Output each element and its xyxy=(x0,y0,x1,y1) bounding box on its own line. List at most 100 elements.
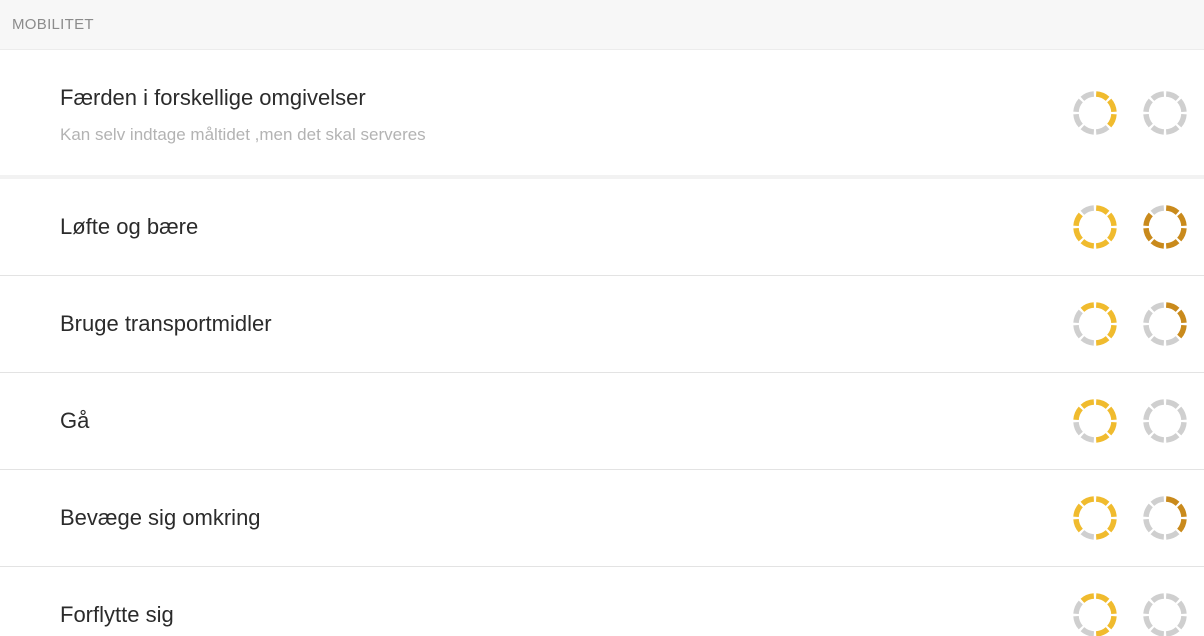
ring-segment xyxy=(1177,615,1187,630)
ring-segment xyxy=(1073,518,1083,533)
ring-segment xyxy=(1080,205,1095,215)
ring-segment xyxy=(1107,615,1117,630)
ring-segment xyxy=(1080,593,1095,603)
ring-segment xyxy=(1143,324,1153,339)
list-item[interactable]: Bruge transportmidler xyxy=(0,276,1204,373)
ring-segment xyxy=(1095,399,1110,409)
ring-segment xyxy=(1150,627,1165,636)
ring-segment xyxy=(1177,421,1187,436)
ring-segment xyxy=(1177,309,1187,324)
list-item[interactable]: Løfte og bære xyxy=(0,179,1204,276)
ring-segment xyxy=(1143,600,1153,615)
row-title: Bevæge sig omkring xyxy=(60,505,261,530)
ring-segment xyxy=(1107,227,1117,242)
list-item[interactable]: Bevæge sig omkring xyxy=(0,470,1204,567)
ring-segment xyxy=(1177,113,1187,127)
ring-segment xyxy=(1095,496,1110,506)
ring-segment xyxy=(1143,406,1153,421)
ring-segment xyxy=(1143,309,1153,324)
ring-segment xyxy=(1143,421,1153,436)
ring-segment xyxy=(1073,309,1083,324)
ring-segment xyxy=(1080,399,1095,409)
rating-ring-icon[interactable] xyxy=(1070,396,1120,446)
rating-ring-icon[interactable] xyxy=(1070,88,1120,138)
ring-segment xyxy=(1095,90,1110,101)
rating-ring-icon[interactable] xyxy=(1070,202,1120,252)
rating-ring-icon[interactable] xyxy=(1140,202,1190,252)
ring-segment xyxy=(1080,627,1095,636)
rating-ring-icon[interactable] xyxy=(1070,299,1120,349)
ring-segment xyxy=(1107,518,1117,533)
rating-ring-icon[interactable] xyxy=(1070,493,1120,543)
rating-rings xyxy=(1070,493,1190,543)
ring-segment xyxy=(1080,302,1095,312)
ring-segment xyxy=(1143,98,1153,112)
ring-segment xyxy=(1143,227,1153,242)
ring-segment xyxy=(1107,600,1117,615)
ring-segment xyxy=(1080,336,1095,346)
ring-segment xyxy=(1150,239,1165,249)
ring-segment xyxy=(1080,239,1095,249)
rating-rings xyxy=(1070,299,1190,349)
ring-segment xyxy=(1150,124,1165,135)
row-text: Gå xyxy=(60,408,1070,434)
ring-segment xyxy=(1073,615,1083,630)
ring-segment xyxy=(1150,90,1165,101)
rating-rings xyxy=(1070,396,1190,446)
ring-segment xyxy=(1165,433,1180,443)
ring-segment xyxy=(1165,399,1180,409)
ring-segment xyxy=(1095,530,1110,540)
ring-segment xyxy=(1177,600,1187,615)
rating-ring-icon[interactable] xyxy=(1140,396,1190,446)
ring-segment xyxy=(1095,124,1110,135)
ring-segment xyxy=(1143,212,1153,227)
ring-segment xyxy=(1107,503,1117,518)
ring-segment xyxy=(1143,615,1153,630)
ring-segment xyxy=(1073,98,1083,112)
section-title: MOBILITET xyxy=(12,16,94,33)
ring-segment xyxy=(1165,205,1180,215)
ring-segment xyxy=(1165,124,1180,135)
row-text: Bevæge sig omkring xyxy=(60,505,1070,531)
list-item[interactable]: Forflytte sig xyxy=(0,567,1204,636)
rating-ring-icon[interactable] xyxy=(1140,590,1190,636)
ring-segment xyxy=(1107,406,1117,421)
list-item[interactable]: Gå xyxy=(0,373,1204,470)
rating-ring-icon[interactable] xyxy=(1140,299,1190,349)
row-text: Færden i forskellige omgivelser Kan selv… xyxy=(60,81,1070,145)
row-subtitle: Kan selv indtage måltidet ,men det skal … xyxy=(60,124,426,144)
ring-segment xyxy=(1177,98,1187,112)
ring-segment xyxy=(1073,503,1083,518)
ring-segment xyxy=(1073,406,1083,421)
rating-ring-icon[interactable] xyxy=(1140,493,1190,543)
rating-ring-icon[interactable] xyxy=(1140,88,1190,138)
ring-segment xyxy=(1073,324,1083,339)
ring-segment xyxy=(1095,239,1110,249)
list-item[interactable]: Færden i forskellige omgivelser Kan selv… xyxy=(0,50,1204,179)
ring-segment xyxy=(1073,421,1083,436)
ring-segment xyxy=(1095,336,1110,346)
rating-rings xyxy=(1070,88,1190,138)
ring-segment xyxy=(1177,324,1187,339)
ring-segment xyxy=(1107,212,1117,227)
rating-rings xyxy=(1070,590,1190,636)
ring-segment xyxy=(1095,433,1110,443)
ring-segment xyxy=(1165,496,1180,506)
ring-segment xyxy=(1150,336,1165,346)
rating-ring-icon[interactable] xyxy=(1070,590,1120,636)
ring-segment xyxy=(1073,227,1083,242)
ring-segment xyxy=(1107,324,1117,339)
ring-segment xyxy=(1150,302,1165,312)
ring-segment xyxy=(1080,496,1095,506)
row-text: Bruge transportmidler xyxy=(60,311,1070,337)
ring-segment xyxy=(1107,309,1117,324)
ring-segment xyxy=(1143,113,1153,127)
ring-segment xyxy=(1177,503,1187,518)
assessment-list: Færden i forskellige omgivelser Kan selv… xyxy=(0,50,1204,636)
row-text: Forflytte sig xyxy=(60,602,1070,628)
row-text: Løfte og bære xyxy=(60,214,1070,240)
ring-segment xyxy=(1095,627,1110,636)
ring-segment xyxy=(1177,227,1187,242)
ring-segment xyxy=(1080,90,1095,101)
ring-segment xyxy=(1080,124,1095,135)
